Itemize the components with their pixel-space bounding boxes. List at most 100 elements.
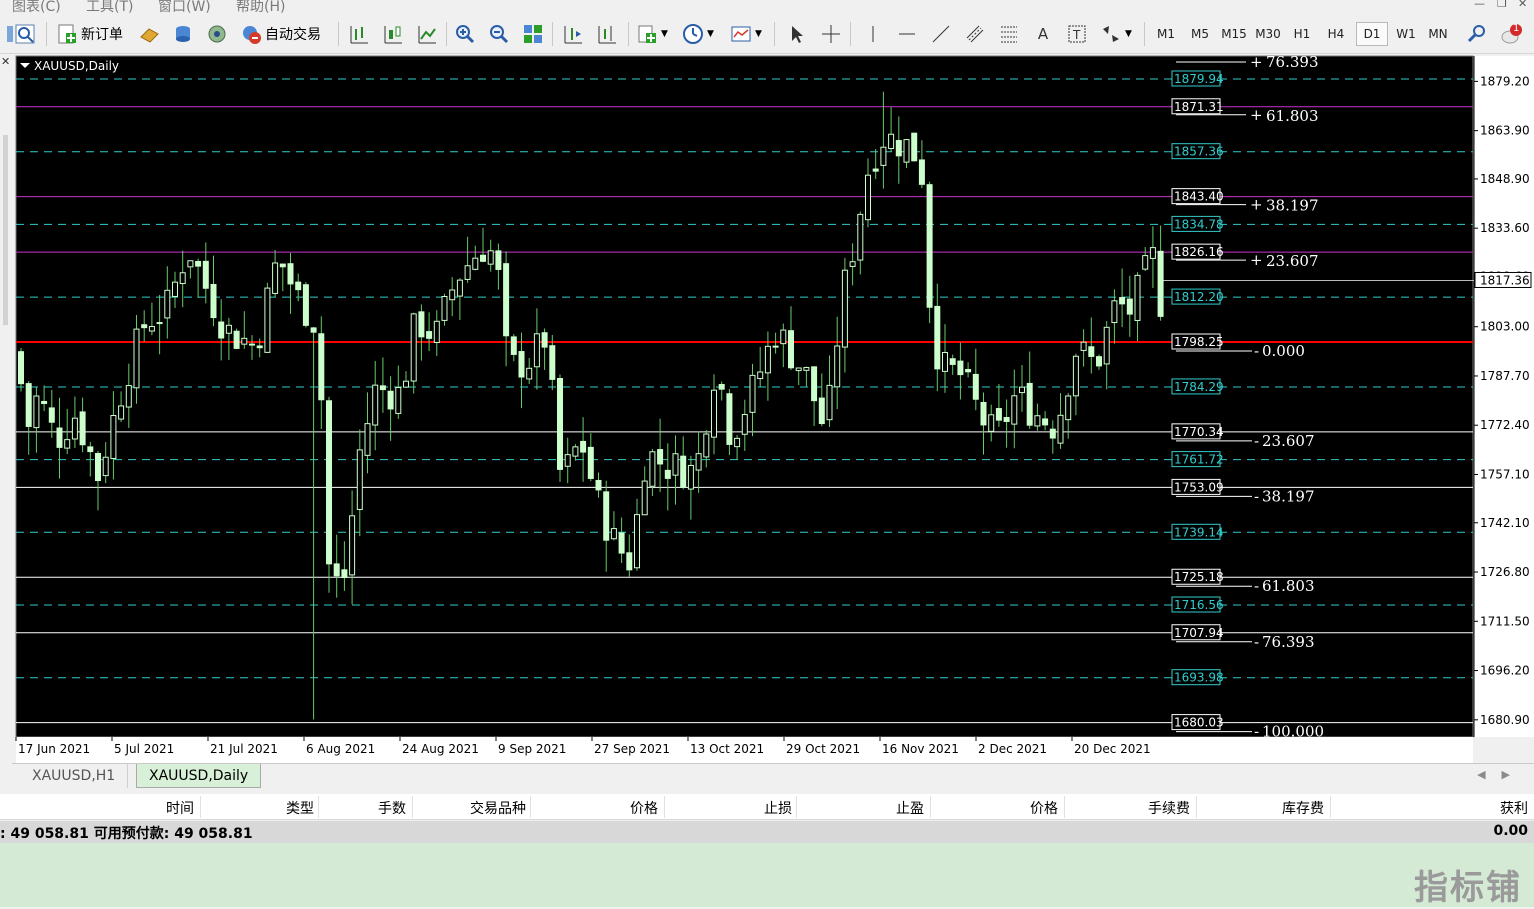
candle-body xyxy=(256,345,263,349)
candle-body xyxy=(495,250,502,270)
fib-percent-label: 38.197 xyxy=(1262,487,1315,505)
candle-body xyxy=(341,569,348,579)
tab-xauusd-h1[interactable]: XAUUSD,H1 xyxy=(20,764,129,788)
candle-body xyxy=(310,327,317,333)
date-tick-label: 17 Jun 2021 xyxy=(18,742,90,756)
col-time[interactable]: 时间 xyxy=(166,798,194,818)
candle-body xyxy=(141,324,148,329)
candle-body xyxy=(33,395,40,429)
candle-body xyxy=(741,414,748,435)
fib-marker: + xyxy=(1250,196,1263,214)
fib-top-percent-label: 76.393 xyxy=(1266,53,1319,71)
fib-price-label: 1826.16 xyxy=(1174,245,1224,259)
candle-body xyxy=(503,263,510,337)
col-stop-loss[interactable]: 止损 xyxy=(764,798,792,818)
date-tick-label: 5 Jul 2021 xyxy=(114,742,174,756)
candle-body xyxy=(349,515,356,576)
candle-body xyxy=(849,261,856,267)
terminal-body xyxy=(0,843,1534,907)
price-chart[interactable]: 1879.94 1857.36 1834.78 1812.20 1784.29 1761.… xyxy=(0,0,1534,763)
col-swap[interactable]: 库存费 xyxy=(1282,798,1324,818)
candle-body xyxy=(942,351,948,372)
tab-xauusd-daily[interactable]: XAUUSD,Daily xyxy=(136,764,262,788)
candle-body xyxy=(1072,355,1079,397)
candle-body xyxy=(295,281,302,291)
col-profit[interactable]: 获利 xyxy=(1500,798,1528,818)
candle-body xyxy=(518,351,525,378)
candle-body xyxy=(449,289,456,301)
candle-body xyxy=(202,260,209,289)
fib-marker: + xyxy=(1250,106,1263,124)
price-tick-label: 1772.40 xyxy=(1480,418,1530,432)
candle-body xyxy=(1057,414,1064,444)
candle-body xyxy=(1142,255,1149,270)
fib-marker: - xyxy=(1254,432,1259,450)
col-symbol[interactable]: 交易品种 xyxy=(470,798,526,818)
candle-body xyxy=(995,408,1002,421)
chart-title: XAUUSD,Daily xyxy=(34,59,119,73)
col-price[interactable]: 价格 xyxy=(630,798,658,818)
candle-body xyxy=(841,269,848,348)
candle-body xyxy=(634,514,640,569)
candle-body xyxy=(1065,395,1072,421)
fib-price-label: 1680.03 xyxy=(1174,716,1224,730)
fib-marker: - xyxy=(1254,577,1259,595)
tab-scroll-arrows[interactable]: ◀▶ xyxy=(1477,768,1526,781)
col-lots[interactable]: 手数 xyxy=(378,798,406,818)
candle-body xyxy=(95,453,101,482)
fib-percent-label: 100.000 xyxy=(1262,723,1324,741)
candle-body xyxy=(249,343,255,346)
price-tick-label: 1711.50 xyxy=(1480,614,1530,628)
candle-body xyxy=(980,401,987,426)
candle-body xyxy=(102,456,109,477)
fib-marker: - xyxy=(1254,487,1259,505)
chart-tabs: XAUUSD,H1 XAUUSD,Daily ◀▶ xyxy=(12,763,1534,788)
candle-body xyxy=(788,330,794,369)
candle-body xyxy=(1049,428,1056,439)
candle-body xyxy=(880,146,887,166)
grid-level-label: 1716.56 xyxy=(1174,598,1224,612)
date-tick-label: 29 Oct 2021 xyxy=(786,742,860,756)
col-type[interactable]: 类型 xyxy=(286,798,314,818)
date-tick-label: 13 Oct 2021 xyxy=(690,742,764,756)
candle-body xyxy=(949,358,956,365)
candle-body xyxy=(25,383,32,427)
candle-body xyxy=(1034,415,1041,427)
candle-body xyxy=(56,427,63,448)
candle-body xyxy=(865,174,871,221)
price-axis xyxy=(1474,56,1534,737)
balance-text: : 49 058.81 可用预付款: 49 058.81 xyxy=(0,826,253,842)
grid-level-label: 1693.98 xyxy=(1174,671,1224,685)
candle-body xyxy=(972,373,979,400)
candle-body xyxy=(1003,417,1010,422)
col-current-price[interactable]: 价格 xyxy=(1030,798,1058,818)
grid-level-label: 1857.36 xyxy=(1174,145,1224,159)
candle-body xyxy=(125,385,132,408)
candle-body xyxy=(764,345,771,374)
candle-body xyxy=(918,159,925,185)
candle-body xyxy=(711,389,717,438)
candle-body xyxy=(618,532,625,554)
candle-body xyxy=(703,433,710,458)
candle-body xyxy=(225,324,232,334)
candle-body xyxy=(872,168,879,172)
candle-body xyxy=(695,453,702,471)
candle-body xyxy=(1149,247,1156,259)
candle-body xyxy=(957,360,964,376)
col-commission[interactable]: 手续费 xyxy=(1148,798,1190,818)
candle-body xyxy=(480,254,486,262)
candle-body xyxy=(1019,386,1025,394)
candle-body xyxy=(356,449,363,510)
fib-percent-label: 61.803 xyxy=(1262,577,1315,595)
grid-level-label: 1812.20 xyxy=(1174,290,1224,304)
price-tick-label: 1742.10 xyxy=(1480,516,1530,530)
terminal-header: 时间 类型 手数 交易品种 价格 止损 止盈 价格 手续费 库存费 获利 xyxy=(0,794,1534,820)
balance-row: : 49 058.81 可用预付款: 49 058.81 0.00 xyxy=(0,821,1534,843)
candle-body xyxy=(687,464,694,490)
candle-body xyxy=(164,289,171,319)
grid-level-label: 1739.14 xyxy=(1174,525,1224,539)
grid-level-label: 1834.78 xyxy=(1174,217,1224,231)
col-take-profit[interactable]: 止盈 xyxy=(896,798,924,818)
candle-body xyxy=(641,480,648,516)
fib-price-label: 1871.31 xyxy=(1174,100,1224,114)
